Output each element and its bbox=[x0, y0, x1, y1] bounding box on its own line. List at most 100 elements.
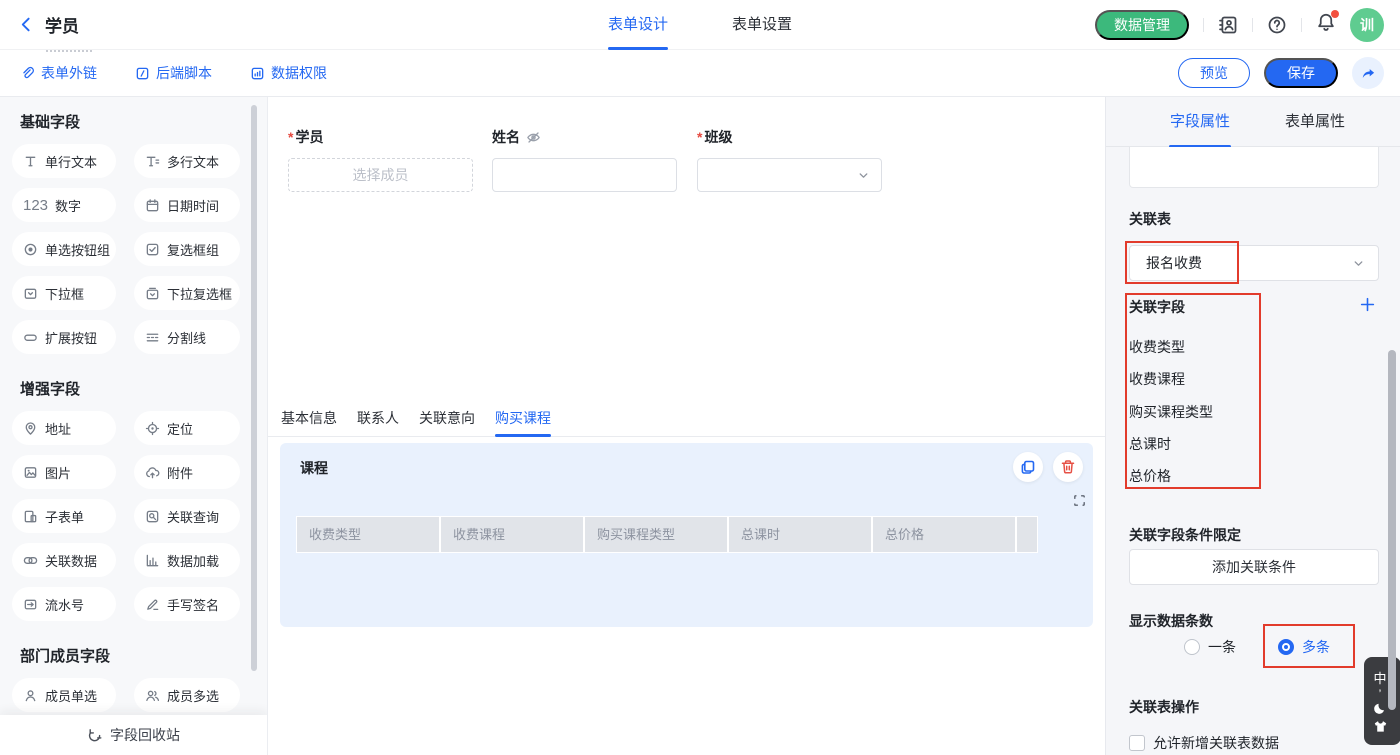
related-table-value: 报名收费 bbox=[1146, 255, 1202, 271]
field-item-label: 单行文本 bbox=[45, 152, 97, 171]
ime-punctuation[interactable]: ’ bbox=[1379, 690, 1382, 698]
sidebar-field-item[interactable]: 手写签名 bbox=[134, 587, 240, 621]
name-input[interactable] bbox=[492, 158, 677, 192]
checkbox-box bbox=[1129, 735, 1145, 751]
subform-column-header[interactable]: 收费课程 bbox=[441, 517, 583, 552]
relation-icon bbox=[23, 553, 38, 568]
field-class[interactable]: 班级 bbox=[697, 127, 882, 192]
field-name[interactable]: 姓名 bbox=[492, 127, 677, 192]
sidebar-field-item[interactable]: 定位 bbox=[134, 411, 240, 445]
field-item-label: 数字 bbox=[55, 196, 81, 215]
sidebar-field-item[interactable]: 分割线 bbox=[134, 320, 240, 354]
field-item-label: 下拉复选框 bbox=[167, 284, 232, 303]
sidebar-field-item[interactable]: 成员多选 bbox=[134, 678, 240, 712]
sidebar-field-item[interactable]: 数据加载 bbox=[134, 543, 240, 577]
field-recycle-bin[interactable]: 字段回收站 bbox=[0, 715, 267, 755]
field-item-label: 成员多选 bbox=[167, 686, 219, 705]
shirt-icon[interactable] bbox=[1373, 719, 1388, 734]
sidebar-field-item[interactable]: 关联查询 bbox=[134, 499, 240, 533]
related-data-subform-selected[interactable]: 课程 收费类型收费课程购买课程类型总课时总价格 bbox=[280, 443, 1093, 627]
canvas-tab[interactable]: 购买课程 bbox=[495, 402, 551, 436]
scrolled-input-remnant[interactable] bbox=[1129, 147, 1379, 188]
canvas-tab[interactable]: 联系人 bbox=[357, 402, 399, 436]
preview-button[interactable]: 预览 bbox=[1178, 58, 1250, 88]
main-body: 基础字段 单行文本 多行文本 123 数字 日期时间 bbox=[0, 97, 1400, 755]
sidebar-field-item[interactable]: 日期时间 bbox=[134, 188, 240, 222]
field-item-label: 扩展按钮 bbox=[45, 328, 97, 347]
tab-form-properties[interactable]: 表单属性 bbox=[1284, 97, 1346, 147]
form-designer-app: 学员 表单设计 表单设置 数据管理 训 表单外链 后 bbox=[0, 0, 1400, 755]
tab-field-properties[interactable]: 字段属性 bbox=[1169, 97, 1231, 147]
share-button[interactable] bbox=[1352, 57, 1384, 89]
related-field-item[interactable]: 收费类型 bbox=[1129, 337, 1185, 357]
sidebar-field-item[interactable]: 下拉复选框 bbox=[134, 276, 240, 310]
ime-chinese-mode[interactable]: 中 bbox=[1373, 668, 1386, 687]
sidebar-field-item[interactable]: 附件 bbox=[134, 455, 240, 489]
header-left: 学员 bbox=[0, 12, 79, 37]
sidebar-field-item[interactable]: 单行文本 bbox=[12, 144, 116, 178]
sidebar-field-item[interactable]: 多行文本 bbox=[134, 144, 240, 178]
tab-form-design[interactable]: 表单设计 bbox=[608, 0, 668, 50]
related-field-item[interactable]: 总价格 bbox=[1129, 466, 1171, 486]
field-item-label: 关联查询 bbox=[167, 507, 219, 526]
sidebar-field-item[interactable]: 关联数据 bbox=[12, 543, 116, 577]
canvas-tab[interactable]: 基本信息 bbox=[281, 402, 337, 436]
sidebar-field-item[interactable]: 单选按钮组 bbox=[12, 232, 116, 266]
form-external-link[interactable]: 表单外链 bbox=[20, 63, 97, 83]
copy-icon bbox=[1020, 459, 1036, 475]
contacts-icon[interactable] bbox=[1218, 15, 1238, 35]
canvas-tab[interactable]: 关联意向 bbox=[419, 402, 475, 436]
sidebar-field-item[interactable]: 下拉框 bbox=[12, 276, 116, 310]
divider bbox=[1301, 18, 1302, 32]
copy-field-button[interactable] bbox=[1013, 452, 1043, 482]
sidebar-field-item[interactable]: 123 数字 bbox=[12, 188, 116, 222]
radio-circle-checked bbox=[1278, 639, 1294, 655]
subform-column-header[interactable]: 购买课程类型 bbox=[585, 517, 727, 552]
related-table-select[interactable]: 报名收费 bbox=[1129, 245, 1379, 281]
properties-scrollbar[interactable] bbox=[1388, 350, 1396, 710]
related-field-item[interactable]: 购买课程类型 bbox=[1129, 402, 1213, 422]
sidebar-field-item[interactable]: 子表单 bbox=[12, 499, 116, 533]
field-item-label: 手写签名 bbox=[167, 595, 219, 614]
subform-header-row: 收费类型收费课程购买课程类型总课时总价格 bbox=[296, 516, 1038, 553]
tab-form-settings[interactable]: 表单设置 bbox=[732, 0, 792, 50]
sidebar-field-item[interactable]: 图片 bbox=[12, 455, 116, 489]
sidebar-field-item[interactable]: 复选框组 bbox=[134, 232, 240, 266]
member-picker[interactable]: 选择成员 bbox=[288, 158, 473, 192]
subform-column-header[interactable]: 总课时 bbox=[729, 517, 871, 552]
save-button[interactable]: 保存 bbox=[1264, 58, 1338, 88]
field-item-label: 地址 bbox=[45, 419, 71, 438]
expand-icon[interactable] bbox=[1072, 493, 1087, 508]
data-manage-button[interactable]: 数据管理 bbox=[1095, 10, 1189, 40]
sidebar-field-item[interactable]: 成员单选 bbox=[12, 678, 116, 712]
recycle-label: 字段回收站 bbox=[110, 725, 180, 745]
add-condition-button[interactable]: 添加关联条件 bbox=[1129, 549, 1379, 585]
notification-button[interactable] bbox=[1316, 12, 1336, 37]
sidebar-field-item[interactable]: 流水号 bbox=[12, 587, 116, 621]
avatar[interactable]: 训 bbox=[1350, 8, 1384, 42]
properties-tabs: 字段属性 表单属性 bbox=[1106, 97, 1400, 147]
attachment-icon bbox=[145, 465, 160, 480]
moon-icon[interactable] bbox=[1373, 701, 1388, 716]
backend-script-link[interactable]: 后端脚本 bbox=[135, 63, 212, 83]
radio-option-single[interactable]: 一条 bbox=[1184, 637, 1236, 657]
add-related-field-button[interactable] bbox=[1359, 296, 1376, 313]
allow-add-related-data-checkbox[interactable]: 允许新增关联表数据 bbox=[1129, 733, 1279, 753]
class-select[interactable] bbox=[697, 158, 882, 192]
delete-field-button[interactable] bbox=[1053, 452, 1083, 482]
data-permission-link[interactable]: 数据权限 bbox=[250, 63, 327, 83]
help-icon[interactable] bbox=[1267, 15, 1287, 35]
sidebar-field-item[interactable]: 地址 bbox=[12, 411, 116, 445]
radio-option-multiple[interactable]: 多条 bbox=[1278, 637, 1330, 657]
sidebar-scrollbar[interactable] bbox=[251, 105, 257, 671]
sidebar-field-item[interactable]: 扩展按钮 bbox=[12, 320, 116, 354]
table-ops-label: 关联表操作 bbox=[1129, 697, 1199, 717]
related-field-item[interactable]: 收费课程 bbox=[1129, 369, 1185, 389]
sub-toolbar: 表单外链 后端脚本 数据权限 预览 保存 bbox=[0, 50, 1400, 97]
field-member[interactable]: 学员 选择成员 bbox=[288, 127, 473, 192]
subform-column-header[interactable]: 总价格 bbox=[873, 517, 1015, 552]
select-field-icon bbox=[23, 286, 38, 301]
related-field-item[interactable]: 总课时 bbox=[1129, 434, 1171, 454]
subform-column-header[interactable]: 收费类型 bbox=[297, 517, 439, 552]
back-button[interactable] bbox=[18, 16, 35, 33]
